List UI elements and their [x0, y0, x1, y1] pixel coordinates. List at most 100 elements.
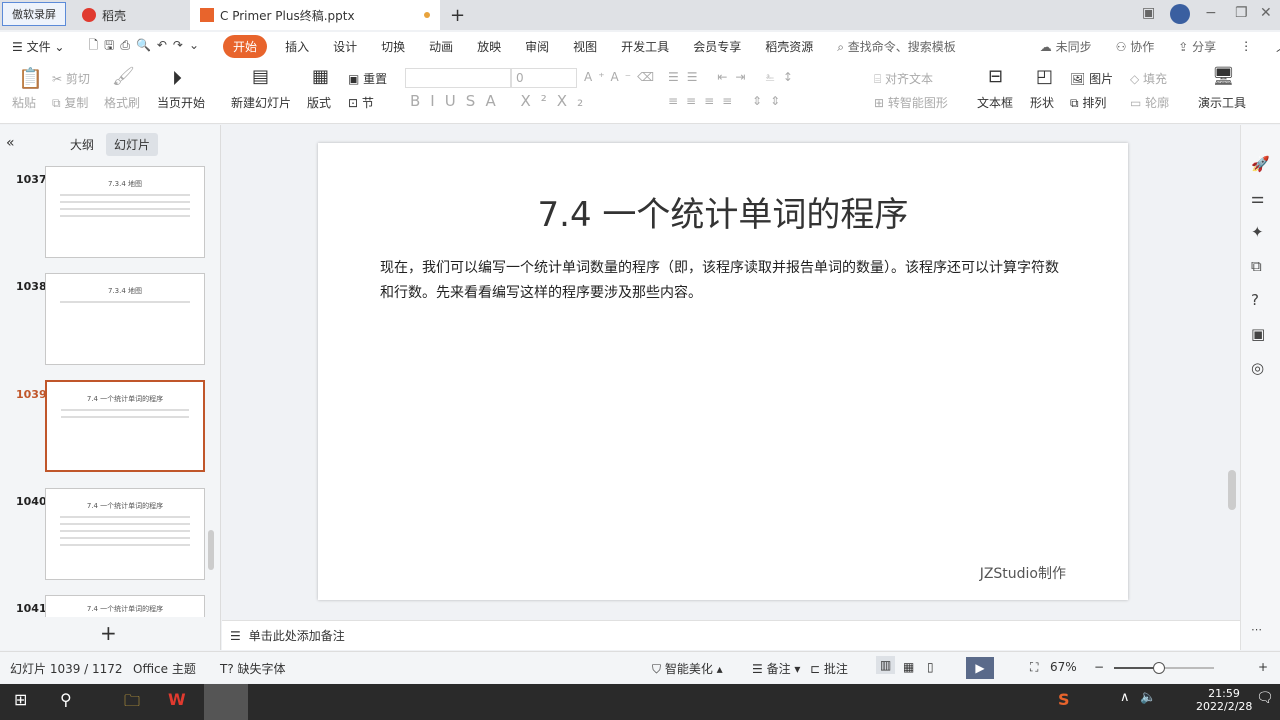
tab-daoke[interactable]: 稻壳	[72, 0, 188, 30]
slide-body[interactable]: 现在，我们可以编写一个统计单词数量的程序（即，该程序读取并报告单词的数量）。该程…	[380, 256, 1068, 306]
list-icons[interactable]: ☰☰ ⇤⇥ ⎁↕	[668, 70, 801, 85]
menu-insert[interactable]: 插入	[273, 38, 321, 55]
quick-access-icons[interactable]: 🗋🖫⎙🔍↶↷⌄	[76, 36, 217, 57]
zoom-level[interactable]: 67%	[1050, 660, 1077, 674]
slide-canvas[interactable]: 7.4 一个统计单词的程序 现在，我们可以编写一个统计单词数量的程序（即，该程序…	[318, 143, 1128, 600]
layout-button[interactable]: 版式	[307, 94, 331, 111]
copy-button[interactable]: ⧉ 复制	[52, 94, 88, 111]
share-button[interactable]: ⇪ 分享	[1166, 38, 1228, 55]
font-size-select[interactable]: 0	[511, 68, 577, 88]
restore-icon[interactable]: ❐	[1235, 5, 1248, 21]
beautify-button[interactable]: ⛉ 智能美化 ▴	[652, 660, 723, 677]
file-menu[interactable]: ☰ 文件 ⌄	[0, 38, 76, 55]
outline-button[interactable]: ▭ 轮廓	[1130, 94, 1169, 111]
smartart-button[interactable]: ⊞ 转智能图形	[874, 94, 948, 111]
window-count-icon[interactable]: ▣	[1142, 5, 1155, 21]
close-icon[interactable]: ✕	[1260, 5, 1272, 21]
slide-thumbnail[interactable]: 7.3.4 地图	[45, 166, 205, 258]
taskbar-active-app[interactable]	[204, 684, 248, 720]
paragraph-align-icons[interactable]: ≡≡≡≡ ⇕⇕	[668, 94, 788, 108]
tab-document[interactable]: C Primer Plus终稿.pptx	[190, 0, 440, 30]
windows-start-icon[interactable]: ⊞	[14, 690, 27, 709]
slide-thumbnail[interactable]: 7.3.4 地图	[45, 273, 205, 365]
file-explorer-icon[interactable]: 🗀	[124, 690, 140, 717]
slide-thumbnail-selected[interactable]: 7.4 一个统计单词的程序	[45, 380, 205, 472]
slide-thumbnail[interactable]: 7.4 一个统计单词的程序	[45, 488, 205, 580]
new-slide-button[interactable]: 新建幻灯片	[231, 94, 291, 111]
collab-button[interactable]: ⚇ 协作	[1104, 38, 1167, 55]
command-search[interactable]: ⌕ 查找命令、搜索模板	[825, 38, 968, 55]
arrange-button[interactable]: ⧉ 排列	[1070, 94, 1106, 111]
help-icon[interactable]: ?	[1251, 291, 1259, 309]
slideshow-play-button[interactable]: ▶	[966, 657, 994, 679]
reading-view-icon[interactable]: ▯	[927, 660, 934, 674]
menu-design[interactable]: 设计	[321, 38, 369, 55]
menu-home[interactable]: 开始	[223, 34, 268, 58]
slide-thumbnail[interactable]: 7.4 一个统计单词的程序	[45, 595, 205, 617]
menu-member[interactable]: 会员专享	[681, 38, 753, 55]
beautify-icon[interactable]: ▣	[1251, 325, 1265, 343]
minimize-icon[interactable]: −	[1205, 5, 1217, 21]
zoom-slider-handle[interactable]	[1153, 662, 1165, 674]
text-format-icons[interactable]: BIUSA X²X₂	[410, 92, 593, 110]
collapse-panel-icon[interactable]: «	[6, 135, 15, 151]
sogou-ime-icon[interactable]: S	[1058, 690, 1070, 709]
panel-scrollbar[interactable]	[208, 530, 214, 570]
sync-button[interactable]: ☁ 未同步	[1028, 38, 1104, 55]
shape-button[interactable]: 形状	[1030, 94, 1054, 111]
menu-resources[interactable]: 稻壳资源	[753, 38, 825, 55]
slides-icon[interactable]: ⧉	[1251, 257, 1262, 275]
zoom-out-button[interactable]: −	[1094, 660, 1104, 674]
properties-icon[interactable]: ⚌	[1251, 189, 1264, 207]
tab-outline[interactable]: 大纲	[70, 136, 94, 153]
font-size-adjust-icons[interactable]: A⁺A⁻⌫	[584, 70, 660, 84]
more-icon[interactable]: ⋮	[1228, 39, 1264, 53]
more-options-icon[interactable]: ⋯	[1251, 623, 1262, 636]
recorder-badge[interactable]: 傲软录屏	[2, 2, 66, 26]
paste-button[interactable]: 粘贴	[12, 94, 36, 111]
avatar[interactable]	[1170, 4, 1190, 24]
notes-toggle-button[interactable]: ☰ 备注 ▾	[752, 660, 800, 677]
notifications-icon[interactable]: 🗨	[1256, 690, 1274, 706]
search-icon[interactable]: ⚲	[60, 690, 72, 709]
add-slide-button[interactable]: +	[100, 621, 117, 645]
menu-view[interactable]: 视图	[561, 38, 609, 55]
section-button[interactable]: ⊡ 节	[348, 94, 374, 111]
presentation-tools-button[interactable]: 演示工具	[1198, 94, 1246, 111]
slide-title[interactable]: 7.4 一个统计单词的程序	[318, 187, 1128, 236]
tab-slides[interactable]: 幻灯片	[106, 133, 159, 156]
menu-animation[interactable]: 动画	[417, 38, 465, 55]
animation-icon[interactable]: 🚀	[1251, 155, 1270, 173]
font-family-select[interactable]	[405, 68, 511, 88]
wps-icon[interactable]: W	[168, 690, 186, 709]
menu-transition[interactable]: 切换	[369, 38, 417, 55]
sorter-view-icon[interactable]: ▦	[903, 660, 914, 674]
menu-slideshow[interactable]: 放映	[465, 38, 513, 55]
location-icon[interactable]: ◎	[1251, 359, 1264, 377]
reset-button[interactable]: ▣ 重置	[348, 70, 387, 87]
fill-button[interactable]: ◇ 填充	[1130, 70, 1167, 87]
volume-icon[interactable]: 🔈	[1140, 690, 1156, 705]
zoom-slider[interactable]	[1114, 662, 1214, 674]
notes-area[interactable]: ☰ 单击此处添加备注	[222, 620, 1240, 650]
tray-chevron-icon[interactable]: ∧	[1120, 690, 1130, 705]
menu-developer[interactable]: 开发工具	[609, 38, 681, 55]
new-tab-button[interactable]: +	[440, 0, 475, 30]
picture-button[interactable]: 🖼 图片	[1070, 70, 1113, 87]
collapse-ribbon-icon[interactable]: ︿	[1264, 38, 1280, 55]
textbox-button[interactable]: 文本框	[977, 94, 1013, 111]
play-current-button[interactable]: 当页开始	[157, 94, 205, 111]
format-painter-button[interactable]: 格式刷	[104, 94, 140, 111]
menu-review[interactable]: 审阅	[513, 38, 561, 55]
align-text-button[interactable]: ⌸ 对齐文本	[874, 70, 933, 87]
slide-footer[interactable]: JZStudio制作	[980, 563, 1066, 583]
clock[interactable]: 21:59 2022/2/28	[1196, 687, 1252, 713]
cut-button[interactable]: ✂ 剪切	[52, 70, 90, 87]
fit-icon[interactable]: ⛶	[1030, 660, 1038, 675]
normal-view-icon[interactable]: ▥	[876, 656, 896, 674]
comment-button[interactable]: ⊏ 批注	[810, 660, 848, 677]
pin-icon[interactable]: ✦	[1251, 223, 1264, 241]
missing-font-button[interactable]: T? 缺失字体	[220, 660, 286, 677]
zoom-in-button[interactable]: +	[1258, 660, 1268, 674]
canvas-scrollbar[interactable]	[1228, 470, 1236, 510]
